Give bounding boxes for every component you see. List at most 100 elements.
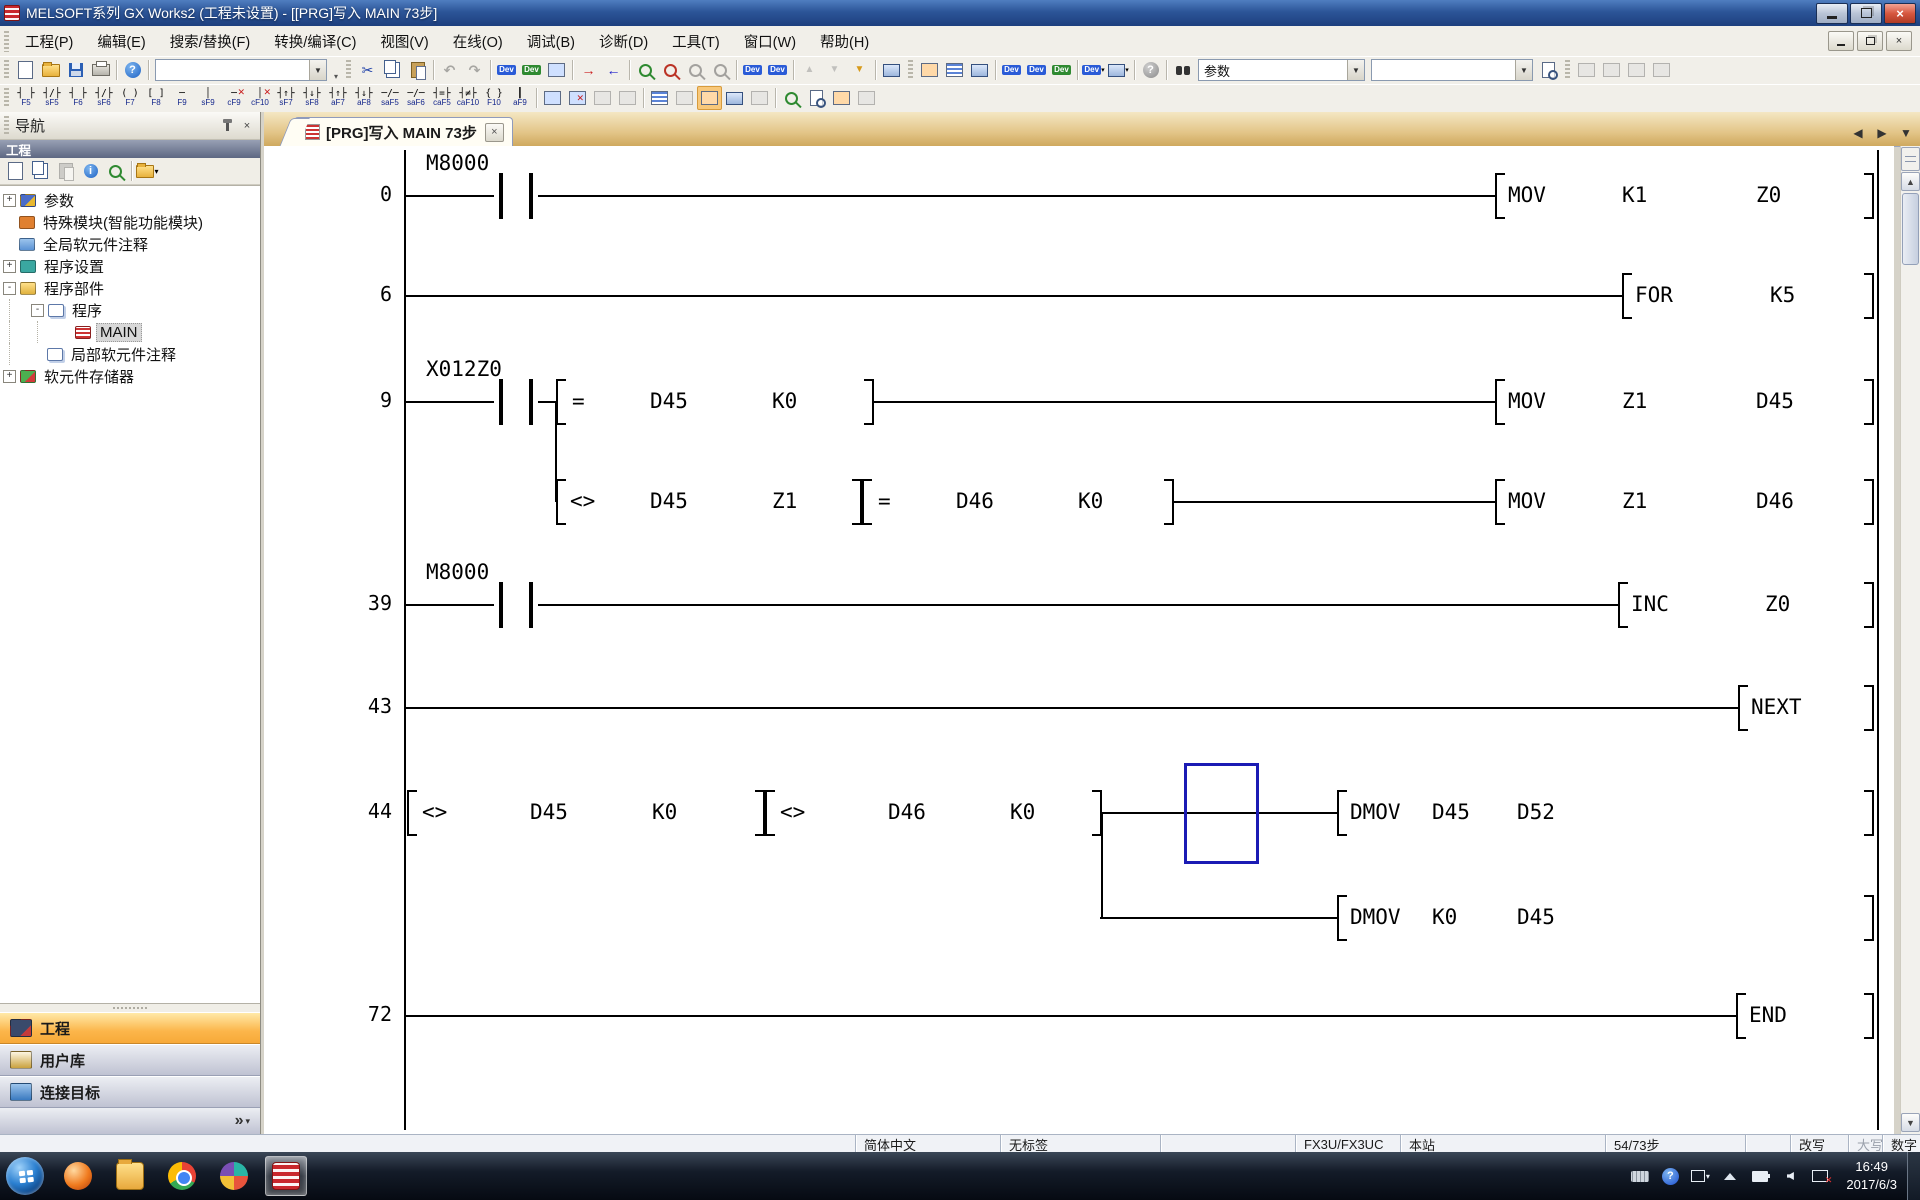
close-button[interactable]: × bbox=[1884, 3, 1916, 24]
find-button[interactable] bbox=[1170, 58, 1195, 82]
toolbar-overflow-icon[interactable]: ▾ bbox=[330, 59, 342, 81]
tree-item-program[interactable]: -程序 bbox=[0, 299, 260, 321]
nav-refresh-button[interactable] bbox=[103, 159, 128, 183]
new-project-button[interactable] bbox=[13, 58, 38, 82]
ladder-edit-disabled-3[interactable] bbox=[1624, 58, 1649, 82]
menu-item-0[interactable]: 工程(P) bbox=[13, 27, 85, 56]
taskbar-app-gxworks2[interactable] bbox=[265, 1156, 307, 1196]
device-display-off-button[interactable]: Dev bbox=[765, 58, 790, 82]
monitor-window-button[interactable] bbox=[879, 58, 904, 82]
nav-new-data-button[interactable] bbox=[3, 159, 28, 183]
tree-item-program-setting[interactable]: +程序设置 bbox=[0, 255, 260, 277]
taskbar-app-utility[interactable] bbox=[213, 1156, 255, 1196]
ladder-selection-cursor[interactable] bbox=[1184, 763, 1259, 864]
ladder-symbol-F5-button[interactable]: ┤ ├F5 bbox=[13, 86, 39, 111]
write-mode-toggle[interactable] bbox=[697, 86, 722, 110]
tab-main-program[interactable]: [PRG]写入 MAIN 73步 × bbox=[294, 117, 513, 146]
copy-button[interactable] bbox=[380, 58, 405, 82]
device-test-button[interactable] bbox=[967, 58, 992, 82]
show-desktop-button[interactable] bbox=[1907, 1152, 1920, 1200]
edit-mode-button[interactable] bbox=[540, 86, 565, 110]
edit-disabled-1[interactable] bbox=[590, 86, 615, 110]
tree-item-main[interactable]: MAIN bbox=[0, 321, 260, 343]
tray-help-icon[interactable]: ? bbox=[1660, 1167, 1680, 1185]
find-target-combo[interactable]: 参数▼ bbox=[1198, 59, 1365, 81]
nav-paste-button[interactable] bbox=[53, 159, 78, 183]
tree-item-global-device-comment[interactable]: 全局软元件注释 bbox=[0, 233, 260, 255]
combo-dropdown-icon[interactable]: ▼ bbox=[309, 60, 326, 80]
tree-item-pou[interactable]: -程序部件 bbox=[0, 277, 260, 299]
comment-button[interactable] bbox=[804, 86, 829, 110]
convert-button[interactable] bbox=[647, 86, 672, 110]
ladder-symbol-F10-button[interactable]: { }F10 bbox=[481, 86, 507, 111]
ladder-symbol-sF7-button[interactable]: ┤↑├sF7 bbox=[273, 86, 299, 111]
nav-sort-button[interactable]: ▾ bbox=[135, 159, 160, 183]
menu-item-10[interactable]: 帮助(H) bbox=[808, 27, 881, 56]
zoom-button[interactable] bbox=[779, 86, 804, 110]
scroll-down-icon[interactable]: ▼ bbox=[1901, 1113, 1920, 1132]
zoom-in-button[interactable] bbox=[633, 58, 658, 82]
note-button[interactable] bbox=[854, 86, 879, 110]
menu-item-6[interactable]: 调试(B) bbox=[515, 27, 587, 56]
restore-button[interactable] bbox=[1850, 3, 1882, 24]
tab-list-icon[interactable]: ▼ bbox=[1898, 126, 1914, 140]
menu-item-4[interactable]: 视图(V) bbox=[368, 27, 440, 56]
save-project-button[interactable] bbox=[63, 58, 88, 82]
tree-item-parameter[interactable]: +参数 bbox=[0, 189, 260, 211]
taskbar-app-explorer[interactable] bbox=[109, 1156, 151, 1196]
ladder-symbol-sF5-button[interactable]: ┤/├sF5 bbox=[39, 86, 65, 111]
ladder-symbol-caF5-button[interactable]: ┤=├caF5 bbox=[429, 86, 455, 111]
convert-all-button[interactable] bbox=[672, 86, 697, 110]
nav-property-button[interactable]: i bbox=[78, 159, 103, 183]
edit-disabled-2[interactable] bbox=[615, 86, 640, 110]
child-minimize-button[interactable] bbox=[1828, 31, 1854, 51]
tree-expander-icon[interactable]: - bbox=[31, 304, 44, 317]
tree-expander-icon[interactable]: + bbox=[3, 260, 16, 273]
print-button[interactable] bbox=[88, 58, 113, 82]
tray-battery-icon[interactable] bbox=[1750, 1167, 1770, 1185]
zoom-find-button[interactable] bbox=[658, 58, 683, 82]
monitor-mode-button[interactable] bbox=[722, 86, 747, 110]
jump-up-button[interactable]: ▲ bbox=[797, 58, 822, 82]
device-registration-button[interactable]: Dev▾ bbox=[1081, 58, 1106, 82]
ladder-symbol-saF6-button[interactable]: ─/─saF6 bbox=[403, 86, 429, 111]
zoom-disabled-2[interactable] bbox=[708, 58, 733, 82]
menu-item-8[interactable]: 工具(T) bbox=[660, 27, 732, 56]
help-button[interactable]: ? bbox=[120, 58, 145, 82]
minimize-button[interactable] bbox=[1816, 3, 1848, 24]
taskbar-app-browser[interactable] bbox=[57, 1156, 99, 1196]
start-button[interactable] bbox=[6, 1157, 44, 1195]
cut-button[interactable]: ✂ bbox=[355, 58, 380, 82]
device-find-green-button[interactable]: Dev bbox=[519, 58, 544, 82]
program-verify-button[interactable] bbox=[544, 58, 569, 82]
tab-scroll-left-icon[interactable]: ◀ bbox=[1850, 126, 1866, 140]
ladder-symbol-sF9-button[interactable]: │sF9 bbox=[195, 86, 221, 111]
ladder-window-button[interactable] bbox=[917, 58, 942, 82]
statement-button[interactable] bbox=[829, 86, 854, 110]
tab-scroll-right-icon[interactable]: ▶ bbox=[1874, 126, 1890, 140]
ladder-symbol-caF10-button[interactable]: ┤≠├caF10 bbox=[455, 86, 481, 111]
tree-expander-icon[interactable]: + bbox=[3, 370, 16, 383]
tree-expander-icon[interactable]: - bbox=[3, 282, 16, 295]
ladder-symbol-F7-button[interactable]: ( )F7 bbox=[117, 86, 143, 111]
nav-tab-project[interactable]: 工程 bbox=[0, 1012, 260, 1044]
ladder-symbol-sF6-button[interactable]: ┤/├sF6 bbox=[91, 86, 117, 111]
ladder-symbol-F9-button[interactable]: ─F9 bbox=[169, 86, 195, 111]
comment-display-button[interactable] bbox=[942, 58, 967, 82]
menu-item-2[interactable]: 搜索/替换(F) bbox=[158, 27, 263, 56]
ladder-edit-disabled-1[interactable] bbox=[1574, 58, 1599, 82]
ladder-edit-disabled-4[interactable] bbox=[1649, 58, 1674, 82]
combo-dropdown-icon[interactable]: ▼ bbox=[1347, 60, 1364, 80]
monitor-write-button[interactable] bbox=[747, 86, 772, 110]
find-in-document-button[interactable] bbox=[1536, 58, 1561, 82]
ladder-editor-canvas[interactable]: 0M8000MOVK1Z06FORK59X012Z0=D45K0MOVZ1D45… bbox=[264, 146, 1894, 1134]
taskbar-app-chrome[interactable] bbox=[161, 1156, 203, 1196]
tree-item-special-module[interactable]: 特殊模块(智能功能模块) bbox=[0, 211, 260, 233]
quick-access-combo[interactable]: ▼ bbox=[155, 59, 327, 81]
delete-rung-button[interactable] bbox=[565, 86, 590, 110]
ladder-symbol-cF9-button[interactable]: ─cF9✕ bbox=[221, 86, 247, 111]
ladder-symbol-aF9-button[interactable]: ┃aF9 bbox=[507, 86, 533, 111]
redo-button[interactable]: ↷ bbox=[462, 58, 487, 82]
menu-item-9[interactable]: 窗口(W) bbox=[732, 27, 808, 56]
combo-dropdown-icon[interactable]: ▼ bbox=[1515, 60, 1532, 80]
